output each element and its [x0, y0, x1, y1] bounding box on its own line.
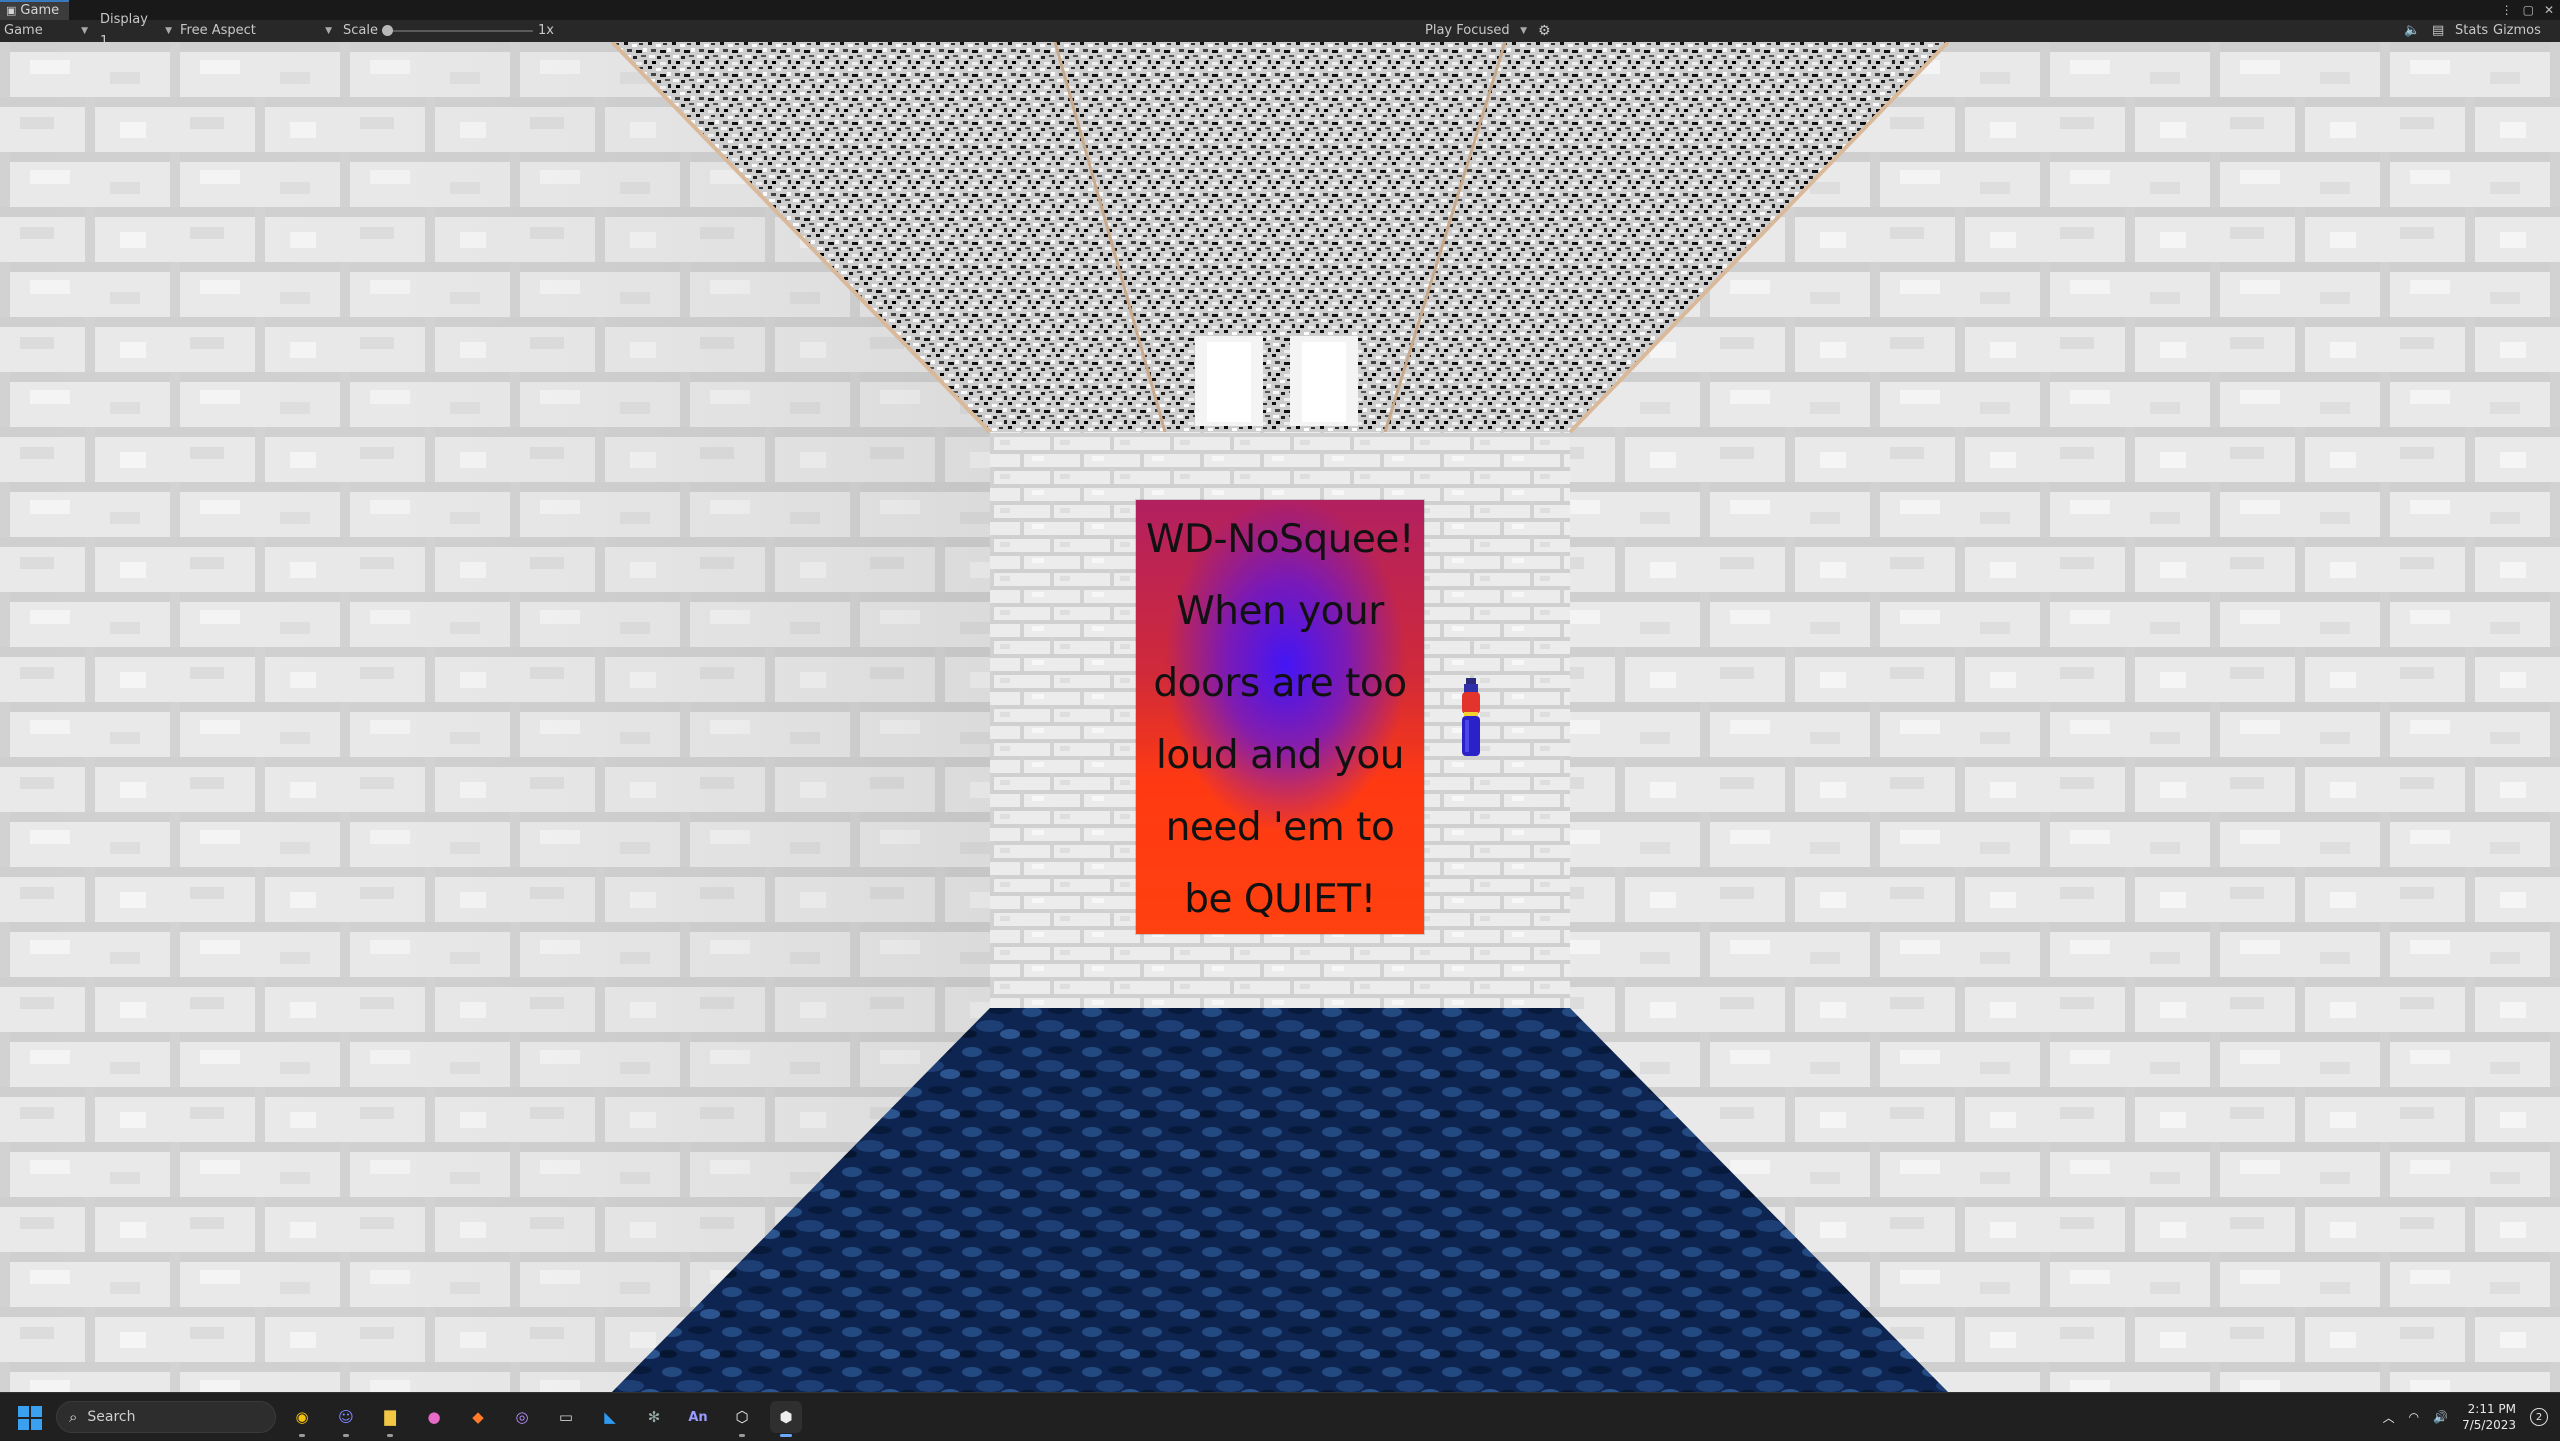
chrome-glyph: ◉: [295, 1408, 309, 1426]
bug-icon[interactable]: ✻: [638, 1401, 670, 1433]
windows-taskbar: ⌕ Search ◉ ☺ ▇ ● ◆ ◎ ▭ ◣ ✻ An ⬡ ⬢ ︿ ◠ 🔊 …: [0, 1392, 2560, 1441]
taskbar-search[interactable]: ⌕ Search: [56, 1401, 276, 1433]
poster-line: be QUIET!: [1184, 877, 1376, 922]
gizmos-label: Gizmos: [2493, 23, 2541, 38]
file-explorer-icon[interactable]: ▇: [374, 1401, 406, 1437]
game-view-toolbar: Game ▼ Display 1 ▼ Free Aspect ▼ Scale 1…: [0, 12, 2560, 49]
terminal-icon[interactable]: ▭: [550, 1401, 582, 1433]
file-explorer-glyph: ▇: [384, 1408, 396, 1426]
tab-game[interactable]: ▣ Game: [0, 0, 70, 20]
poster-line: need 'em to: [1165, 805, 1395, 850]
gamepad-icon: ▣: [6, 4, 17, 17]
taskbar-apps: ◉ ☺ ▇ ● ◆ ◎ ▭ ◣ ✻ An ⬡ ⬢: [286, 1401, 802, 1437]
brave-icon[interactable]: ◆: [462, 1401, 494, 1433]
clock-time: 2:11 PM: [2467, 1402, 2516, 1416]
editor-tab-bar: ▣ Game ⋮ ▢ ✕: [0, 0, 2560, 21]
animate-glyph: An: [688, 1409, 708, 1425]
wd-nosquee-poster: WD-NoSquee! When your doors are too loud…: [1136, 500, 1424, 934]
discord-glyph: ☺: [338, 1408, 354, 1426]
view-select-label: Game: [4, 23, 43, 38]
game-viewport[interactable]: WD-NoSquee! When your doors are too loud…: [0, 42, 2560, 1392]
poster-text: WD-NoSquee! When your doors are too loud…: [1136, 504, 1424, 936]
chrome-icon[interactable]: ◉: [286, 1401, 318, 1437]
notification-badge[interactable]: 2: [2530, 1408, 2548, 1426]
vscode-glyph: ◣: [604, 1408, 616, 1426]
github-icon[interactable]: ◎: [506, 1401, 538, 1433]
poster-line: WD-NoSquee!: [1145, 517, 1415, 562]
chevron-up-icon[interactable]: ︿: [2383, 1409, 2395, 1426]
paint-icon[interactable]: ●: [418, 1401, 450, 1433]
ceiling-light-glow: [1302, 342, 1346, 422]
aspect-select-label: Free Aspect: [180, 23, 256, 38]
scale-label: Scale: [343, 23, 378, 38]
chevron-down-icon: ▼: [165, 26, 172, 36]
audio-mute-icon[interactable]: 🔈: [2404, 20, 2420, 42]
volume-icon[interactable]: 🔊: [2433, 1410, 2448, 1424]
play-mode-select[interactable]: Play Focused ▼: [1425, 20, 1527, 42]
ceiling-light-glow: [1207, 342, 1251, 422]
window-controls: ⋮ ▢ ✕: [2501, 0, 2554, 20]
clock-date: 7/5/2023: [2462, 1418, 2516, 1432]
chevron-down-icon: ▼: [81, 26, 88, 36]
maximize-icon[interactable]: ▢: [2523, 0, 2534, 20]
unity-icon[interactable]: ⬢: [770, 1401, 802, 1437]
system-tray: ︿ ◠ 🔊 2:11 PM 7/5/2023 2: [2383, 1393, 2548, 1441]
windows-start-icon[interactable]: [18, 1406, 42, 1430]
chevron-down-icon: ▼: [1520, 26, 1527, 36]
vscode-icon[interactable]: ◣: [594, 1401, 626, 1433]
bottle-item[interactable]: [1460, 678, 1482, 756]
poster-line: loud and you: [1156, 733, 1405, 778]
close-icon[interactable]: ✕: [2544, 0, 2554, 20]
more-options-icon[interactable]: ⋮: [2501, 0, 2513, 20]
gizmos-button[interactable]: Gizmos: [2493, 20, 2541, 42]
unity-hub-glyph: ⬡: [735, 1408, 749, 1426]
poster-line: doors are too: [1153, 661, 1407, 706]
display-select[interactable]: Display 1 ▼: [100, 12, 172, 49]
bug-glyph: ✻: [647, 1408, 661, 1426]
chevron-down-icon: ▼: [325, 26, 332, 36]
tab-game-label: Game: [20, 3, 60, 18]
stats-button[interactable]: Stats: [2455, 20, 2488, 42]
discord-icon[interactable]: ☺: [330, 1401, 362, 1437]
poster-line: When your: [1176, 589, 1384, 634]
wifi-icon[interactable]: ◠: [2409, 1410, 2419, 1424]
search-icon: ⌕: [69, 1408, 78, 1426]
scale-slider-handle[interactable]: [382, 25, 393, 36]
github-glyph: ◎: [515, 1408, 529, 1426]
brave-glyph: ◆: [472, 1408, 484, 1426]
paint-glyph: ●: [427, 1408, 441, 1426]
view-select[interactable]: Game ▼: [4, 20, 88, 42]
unity-hub-icon[interactable]: ⬡: [726, 1401, 758, 1437]
scale-slider[interactable]: [382, 25, 533, 36]
settings-gear-icon[interactable]: ⚙: [1538, 20, 1551, 42]
terminal-glyph: ▭: [558, 1408, 574, 1426]
scale-value: 1x: [538, 23, 554, 38]
aspect-select[interactable]: Free Aspect ▼: [180, 20, 332, 42]
clock[interactable]: 2:11 PM 7/5/2023: [2462, 1401, 2516, 1433]
animate-icon[interactable]: An: [682, 1401, 714, 1433]
taskbar-search-placeholder: Search: [87, 1409, 136, 1425]
unity-glyph: ⬢: [779, 1408, 793, 1426]
play-mode-label: Play Focused: [1425, 23, 1510, 38]
frame-debugger-icon[interactable]: ▤: [2432, 20, 2444, 42]
